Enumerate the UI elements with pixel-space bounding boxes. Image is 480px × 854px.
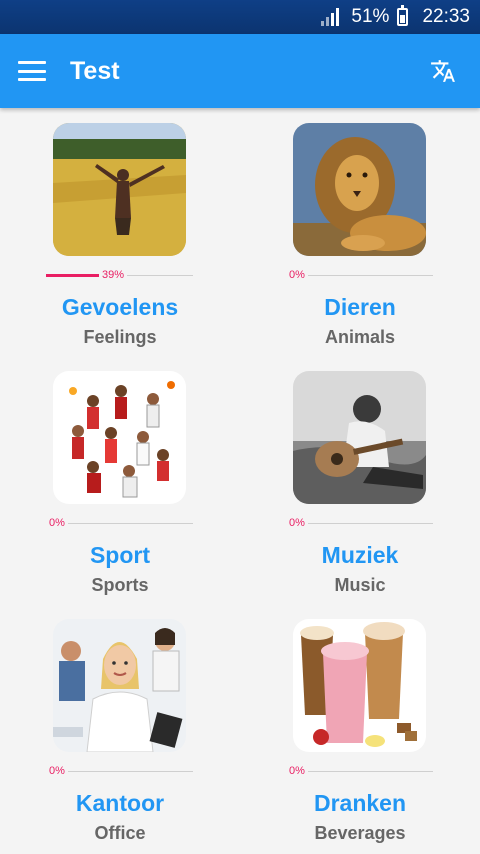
category-title: Muziek — [321, 542, 399, 568]
category-subtitle: Animals — [324, 327, 396, 347]
category-title: Sport — [89, 542, 151, 568]
progress-bar: 39% — [46, 268, 193, 282]
guitar-player-image[interactable] — [293, 371, 426, 504]
athletes-collage-image[interactable] — [53, 371, 186, 504]
category-card-dranken[interactable]: 0% Dranken Beverages — [240, 604, 480, 852]
hamburger-menu-icon[interactable] — [18, 61, 46, 81]
progress-bar: 0% — [46, 516, 193, 530]
battery-percent: 51% — [351, 6, 390, 27]
progress-label: 0% — [46, 764, 68, 778]
drinks-image[interactable] — [293, 619, 426, 752]
category-title: Kantoor — [75, 790, 165, 816]
translate-icon[interactable] — [430, 58, 456, 84]
woman-in-field-image[interactable] — [53, 123, 186, 256]
category-card-sport[interactable]: 0% Sport Sports — [0, 356, 240, 604]
app-bar: Test — [0, 34, 480, 108]
category-title: Gevoelens — [61, 294, 179, 320]
category-subtitle: Sports — [91, 575, 149, 595]
progress-label: 0% — [286, 764, 308, 778]
progress-bar: 0% — [286, 764, 433, 778]
progress-label: 0% — [286, 516, 308, 530]
page-title: Test — [70, 56, 120, 85]
progress-bar: 0% — [286, 268, 433, 282]
category-card-muziek[interactable]: 0% Muziek Music — [240, 356, 480, 604]
progress-label: 0% — [46, 516, 68, 530]
progress-bar: 0% — [286, 516, 433, 530]
category-subtitle: Beverages — [314, 823, 406, 843]
category-card-gevoelens[interactable]: 39% Gevoelens Feelings — [0, 108, 240, 356]
category-subtitle: Office — [94, 823, 146, 843]
category-card-dieren[interactable]: 0% Dieren Animals — [240, 108, 480, 356]
battery-icon — [397, 5, 409, 26]
clock: 22:33 — [422, 6, 470, 27]
lion-image[interactable] — [293, 123, 426, 256]
signal-icon — [321, 8, 340, 26]
progress-label: 0% — [286, 268, 308, 282]
category-title: Dieren — [324, 294, 396, 320]
office-workers-image[interactable] — [53, 619, 186, 752]
category-title: Dranken — [313, 790, 407, 816]
category-subtitle: Music — [334, 575, 386, 595]
category-subtitle: Feelings — [83, 327, 157, 347]
status-bar: 51% 22:33 — [0, 0, 480, 34]
progress-label: 39% — [99, 268, 128, 282]
category-card-kantoor[interactable]: 0% Kantoor Office — [0, 604, 240, 852]
progress-bar: 0% — [46, 764, 193, 778]
